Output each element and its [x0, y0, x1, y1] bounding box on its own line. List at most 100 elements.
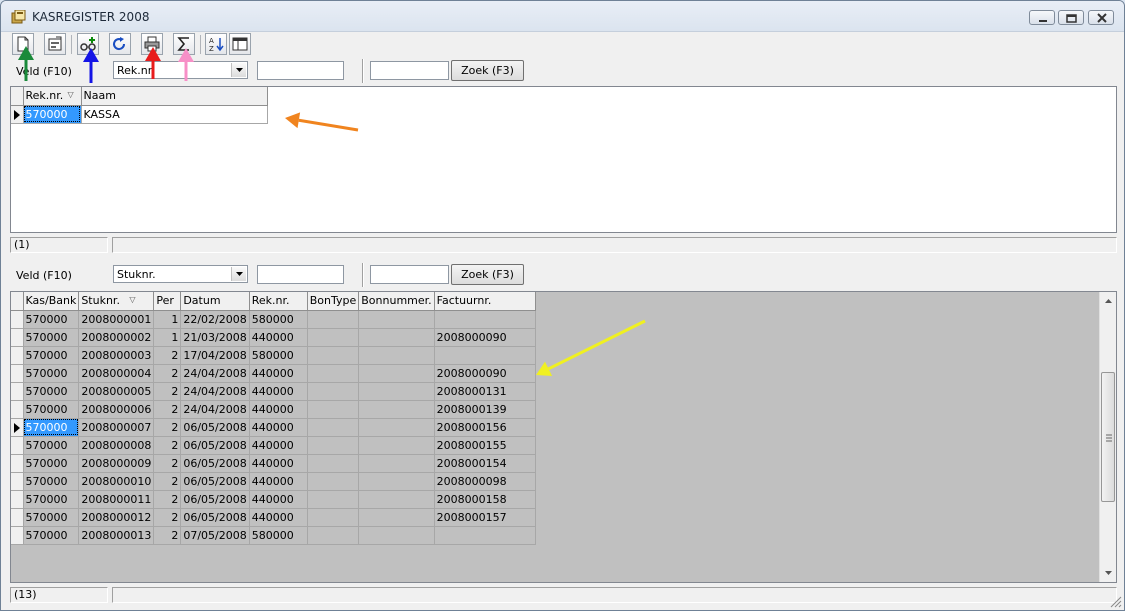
- new-button[interactable]: [12, 33, 34, 55]
- table-row[interactable]: 570000 2008000010 2 06/05/2008 440000 2008000…: [11, 472, 536, 491]
- table-cell[interactable]: 570000: [23, 328, 80, 347]
- column-header-datum[interactable]: Datum: [180, 292, 250, 311]
- row-indicator[interactable]: [11, 364, 24, 383]
- table-row[interactable]: 570000 2008000009 2 06/05/2008 440000 2008000…: [11, 454, 536, 473]
- row-indicator[interactable]: [11, 310, 24, 329]
- table-cell[interactable]: 440000: [249, 400, 308, 419]
- column-header-bontype[interactable]: BonType: [307, 292, 360, 311]
- zoek-button[interactable]: Zoek (F3): [451, 264, 524, 285]
- column-header-per[interactable]: Per: [153, 292, 182, 311]
- resize-grip-icon[interactable]: [1108, 594, 1122, 608]
- table-cell[interactable]: 440000: [249, 418, 308, 437]
- table-cell[interactable]: [307, 328, 360, 347]
- vertical-scrollbar[interactable]: [1099, 292, 1116, 582]
- splitter[interactable]: [1, 254, 1124, 261]
- sort-button[interactable]: AZ: [205, 33, 227, 55]
- table-cell[interactable]: 2008000006: [78, 400, 155, 419]
- table-cell[interactable]: 2008000001: [78, 310, 155, 329]
- table-row[interactable]: 570000 2008000011 2 06/05/2008 440000 2008000…: [11, 490, 536, 509]
- table-cell[interactable]: 2: [153, 472, 182, 491]
- table-cell[interactable]: [434, 310, 536, 329]
- scroll-up-icon[interactable]: [1100, 294, 1117, 308]
- column-header-naam[interactable]: Naam: [81, 87, 268, 106]
- table-cell[interactable]: 570000: [23, 346, 80, 365]
- row-indicator[interactable]: [11, 346, 24, 365]
- row-indicator[interactable]: [11, 400, 24, 419]
- table-cell[interactable]: 2008000154: [434, 454, 536, 473]
- table-cell[interactable]: 2008000090: [434, 328, 536, 347]
- table-cell[interactable]: [307, 436, 360, 455]
- table-cell[interactable]: 2008000090: [434, 364, 536, 383]
- table-cell[interactable]: 570000: [23, 508, 80, 527]
- field-select[interactable]: Rek.nr.: [113, 61, 248, 79]
- table-cell[interactable]: [358, 328, 435, 347]
- table-cell[interactable]: 2008000155: [434, 436, 536, 455]
- table-cell[interactable]: 2008000098: [434, 472, 536, 491]
- table-row[interactable]: 570000 2008000013 2 07/05/2008 580000: [11, 526, 536, 545]
- table-cell[interactable]: 570000: [23, 382, 80, 401]
- field-select[interactable]: Stuknr.: [113, 265, 248, 283]
- minimize-button[interactable]: [1029, 10, 1055, 25]
- table-cell[interactable]: [307, 310, 360, 329]
- search-input[interactable]: [370, 265, 449, 284]
- table-cell[interactable]: 2: [153, 382, 182, 401]
- table-cell[interactable]: [358, 346, 435, 365]
- table-cell[interactable]: 570000: [23, 418, 80, 437]
- table-row[interactable]: 570000 2008000006 2 24/04/2008 440000 2008000…: [11, 400, 536, 419]
- table-cell[interactable]: [358, 418, 435, 437]
- table-cell[interactable]: 440000: [249, 508, 308, 527]
- table-cell[interactable]: 06/05/2008: [180, 490, 250, 509]
- table-cell[interactable]: 580000: [249, 346, 308, 365]
- table-cell[interactable]: 2008000002: [78, 328, 155, 347]
- table-cell[interactable]: 2: [153, 364, 182, 383]
- table-cell[interactable]: 570000: [23, 310, 80, 329]
- table-cell[interactable]: [358, 382, 435, 401]
- table-cell[interactable]: [307, 418, 360, 437]
- table-row[interactable]: 570000 2008000004 2 24/04/2008 440000 2008000…: [11, 364, 536, 383]
- table-cell[interactable]: 2008000131: [434, 382, 536, 401]
- table-cell[interactable]: 2: [153, 526, 182, 545]
- table-cell[interactable]: [358, 310, 435, 329]
- table-row[interactable]: 570000 2008000012 2 06/05/2008 440000 2008000…: [11, 508, 536, 527]
- column-header-kasbank[interactable]: Kas/Bank: [23, 292, 80, 311]
- table-cell[interactable]: 06/05/2008: [180, 508, 250, 527]
- table-cell[interactable]: 2: [153, 400, 182, 419]
- table-cell[interactable]: [307, 400, 360, 419]
- column-header-reknr[interactable]: Rek.nr.: [249, 292, 308, 311]
- filter-input[interactable]: [257, 265, 344, 284]
- table-cell[interactable]: 07/05/2008: [180, 526, 250, 545]
- row-indicator[interactable]: [11, 418, 24, 437]
- table-cell[interactable]: 2: [153, 490, 182, 509]
- table-cell[interactable]: [358, 454, 435, 473]
- table-cell[interactable]: [307, 526, 360, 545]
- chevron-down-icon[interactable]: [231, 267, 246, 281]
- table-cell[interactable]: 440000: [249, 328, 308, 347]
- column-header-reknr[interactable]: Rek.nr. ▽: [23, 87, 82, 106]
- top-grid[interactable]: Rek.nr. ▽ Naam 570000 KASSA: [10, 86, 1117, 233]
- table-cell[interactable]: [307, 508, 360, 527]
- table-cell[interactable]: 440000: [249, 490, 308, 509]
- table-cell[interactable]: 2008000005: [78, 382, 155, 401]
- table-cell[interactable]: 24/04/2008: [180, 400, 250, 419]
- table-cell[interactable]: 2: [153, 454, 182, 473]
- row-indicator[interactable]: [11, 328, 24, 347]
- table-cell[interactable]: 440000: [249, 454, 308, 473]
- table-cell[interactable]: 440000: [249, 364, 308, 383]
- table-cell[interactable]: [307, 382, 360, 401]
- table-cell[interactable]: [358, 508, 435, 527]
- table-cell[interactable]: 570000: [23, 526, 80, 545]
- table-cell[interactable]: [358, 364, 435, 383]
- table-cell[interactable]: 2008000007: [78, 418, 155, 437]
- table-cell[interactable]: 570000: [23, 400, 80, 419]
- column-header-factuurnr[interactable]: Factuurnr.: [434, 292, 536, 311]
- table-cell[interactable]: 2008000010: [78, 472, 155, 491]
- scroll-down-icon[interactable]: [1100, 566, 1117, 580]
- row-indicator[interactable]: [11, 490, 24, 509]
- zoek-button[interactable]: Zoek (F3): [451, 60, 524, 81]
- table-cell[interactable]: 580000: [249, 526, 308, 545]
- table-cell[interactable]: 2008000013: [78, 526, 155, 545]
- row-indicator[interactable]: [11, 436, 24, 455]
- table-cell[interactable]: 06/05/2008: [180, 472, 250, 491]
- table-cell[interactable]: [358, 526, 435, 545]
- table-cell[interactable]: 21/03/2008: [180, 328, 250, 347]
